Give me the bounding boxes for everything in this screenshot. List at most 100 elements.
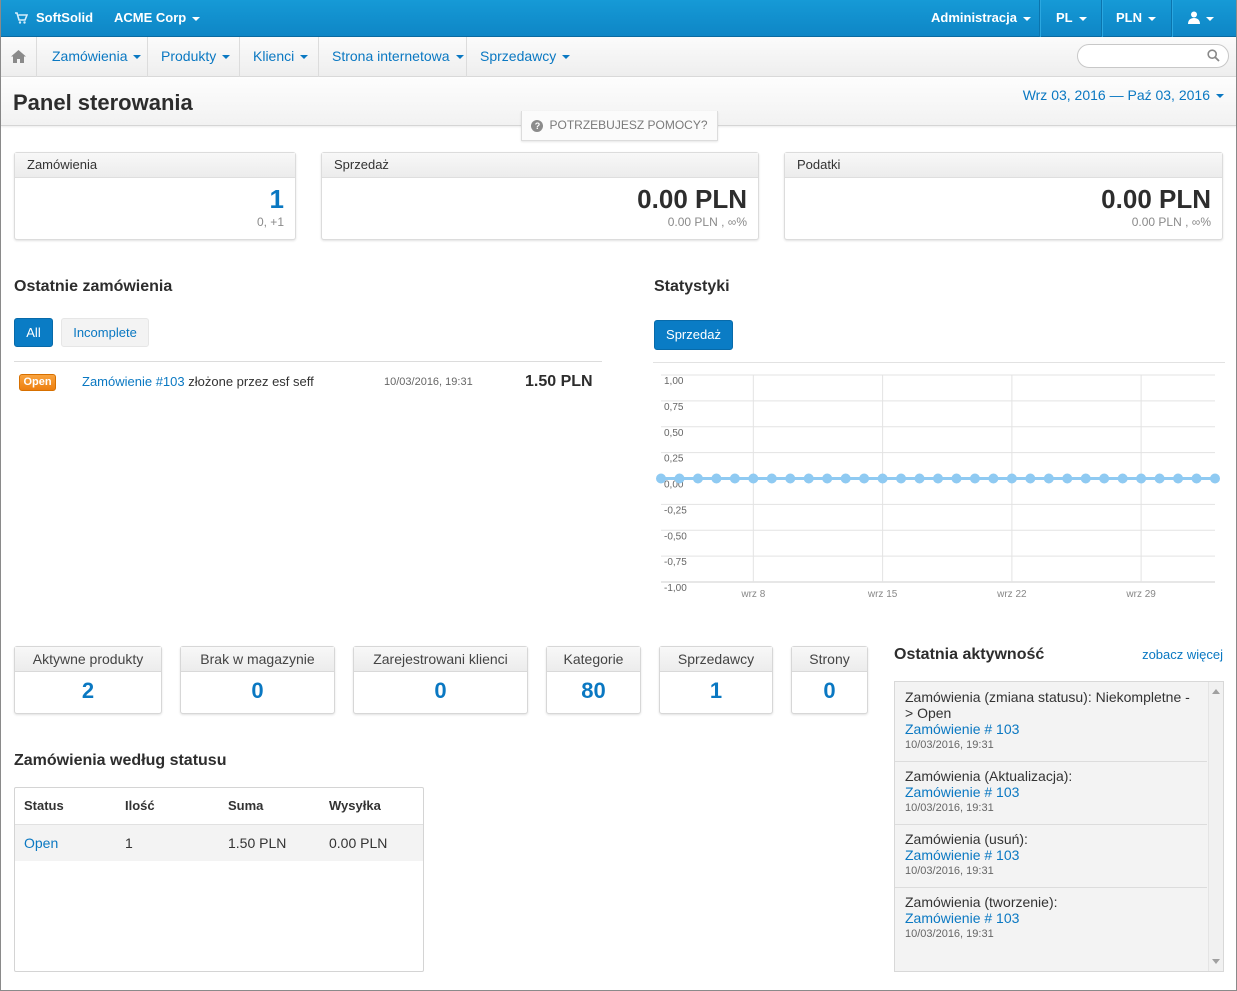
nav-item-vendors[interactable]: Sprzedawcy — [480, 37, 571, 77]
summary-sub: 0, +1 — [256, 215, 284, 229]
data-point — [1136, 473, 1147, 484]
tile-vendors: Sprzedawcy 1 — [659, 646, 773, 714]
tile-label: Sprzedawcy — [660, 647, 772, 672]
date-range-label: Wrz 03, 2016 — Paź 03, 2016 — [1022, 87, 1210, 103]
data-point — [840, 473, 851, 484]
status-link[interactable]: Open — [24, 835, 58, 851]
activity-feed[interactable]: Zamówienia (zmiana statusu): Niekompletn… — [894, 681, 1224, 972]
summary-sales: Sprzedaż 0.00 PLN 0.00 PLN , ∞% — [321, 152, 759, 240]
activity-text: Zamówienia (Aktualizacja): — [905, 768, 1073, 784]
scrollbar[interactable] — [1208, 682, 1223, 971]
divider — [239, 37, 240, 77]
chevron-down-icon — [192, 16, 201, 21]
list-item: Zamówienia (tworzenie): Zamówienie # 103… — [895, 888, 1207, 951]
activity-date: 10/03/2016, 19:31 — [905, 928, 994, 940]
home-icon[interactable] — [11, 50, 26, 66]
order-link[interactable]: Zamówienie #103 — [82, 374, 185, 389]
table-cell: 1.50 PLN — [228, 835, 287, 851]
chevron-down-icon — [562, 55, 571, 60]
tab-incomplete[interactable]: Incomplete — [61, 318, 149, 347]
summary-sub: 0.00 PLN , ∞% — [1131, 215, 1211, 229]
y-tick-label: -1,00 — [664, 583, 687, 594]
x-tick-label: wrz 29 — [1125, 589, 1156, 600]
y-tick-label: -0,25 — [664, 505, 687, 516]
chevron-down-icon — [1206, 16, 1214, 21]
tile-value[interactable]: 0 — [354, 678, 527, 704]
divider — [318, 37, 319, 77]
data-point — [674, 473, 685, 484]
company-selector[interactable]: ACME Corp — [114, 0, 201, 37]
page-title: Panel sterowania — [13, 90, 193, 115]
list-item: Zamówienia (usuń): Zamówienie # 103 10/0… — [895, 825, 1207, 888]
see-more-link[interactable]: zobacz więcej — [1142, 647, 1223, 662]
summary-label: Zamówienia — [15, 153, 295, 178]
nav-item-website[interactable]: Strona internetowa — [332, 37, 464, 77]
search-icon[interactable] — [1207, 49, 1220, 65]
chevron-down-icon — [133, 55, 142, 60]
tile-value[interactable]: 0 — [792, 678, 867, 704]
cart-icon — [14, 11, 29, 28]
sales-chart-button[interactable]: Sprzedaż — [654, 320, 733, 350]
activity-link[interactable]: Zamówienie # 103 — [905, 847, 1019, 863]
brand-logo[interactable]: SoftSolid — [36, 0, 93, 37]
nav-item-label: Strona internetowa — [332, 48, 450, 64]
summary-sub: 0.00 PLN , ∞% — [667, 215, 747, 229]
data-point — [1210, 473, 1220, 484]
activity-link[interactable]: Zamówienie # 103 — [905, 784, 1019, 800]
scroll-down-icon[interactable] — [1212, 959, 1220, 964]
question-icon: ? — [531, 120, 544, 132]
tile-value[interactable]: 2 — [15, 678, 161, 704]
summary-value: 0.00 PLN — [637, 184, 747, 214]
currency-selector[interactable]: PLN — [1116, 0, 1156, 37]
y-tick-label: -0,75 — [664, 557, 687, 568]
data-point — [988, 473, 999, 484]
date-range-picker[interactable]: Wrz 03, 2016 — Paź 03, 2016 — [1023, 87, 1224, 103]
orders-by-status-table: Status Ilość Suma Wysyłka Open 1 1.50 PL… — [14, 787, 424, 972]
tile-value[interactable]: 1 — [660, 678, 772, 704]
divider — [466, 37, 467, 77]
y-tick-label: 0,50 — [664, 428, 684, 439]
x-tick-label: wrz 8 — [740, 589, 765, 600]
data-point — [656, 473, 666, 484]
tile-value[interactable]: 80 — [547, 678, 640, 704]
nav-item-products[interactable]: Produkty — [161, 37, 231, 77]
divider — [1039, 0, 1040, 37]
data-point — [692, 473, 703, 484]
list-item: Zamówienia (Aktualizacja): Zamówienie # … — [895, 762, 1207, 825]
summary-value[interactable]: 1 — [270, 184, 284, 215]
data-point — [803, 473, 814, 484]
scroll-up-icon[interactable] — [1212, 689, 1220, 694]
data-point — [1080, 473, 1091, 484]
column-header: Wysyłka — [329, 798, 381, 813]
column-header: Status — [24, 798, 64, 813]
activity-date: 10/03/2016, 19:31 — [905, 802, 994, 814]
tab-all[interactable]: All — [14, 318, 53, 347]
order-date: 10/03/2016, 19:31 — [384, 376, 473, 388]
admin-menu[interactable]: Administracja — [931, 0, 1031, 37]
data-point — [933, 473, 943, 484]
search-input[interactable] — [1077, 44, 1229, 68]
chevron-down-icon — [300, 55, 309, 60]
data-point — [969, 473, 980, 484]
recent-orders-title: Ostatnie zamówienia — [14, 278, 173, 295]
activity-link[interactable]: Zamówienie # 103 — [905, 910, 1019, 926]
tile-label: Zarejestrowani klienci — [354, 647, 527, 672]
tile-out-of-stock: Brak w magazynie 0 — [180, 646, 335, 714]
nav-item-customers[interactable]: Klienci — [253, 37, 309, 77]
help-button[interactable]: ? POTRZEBUJESZ POMOCY? — [521, 111, 718, 141]
nav-item-orders[interactable]: Zamówienia — [52, 37, 142, 77]
statistics-title: Statystyki — [654, 278, 730, 295]
activity-link[interactable]: Zamówienie # 103 — [905, 721, 1019, 737]
currency-label: PLN — [1116, 10, 1142, 25]
data-point — [914, 473, 925, 484]
summary-label: Sprzedaż — [322, 153, 758, 178]
chevron-down-icon — [455, 55, 464, 60]
language-selector[interactable]: PL — [1056, 0, 1087, 37]
help-label: POTRZEBUJESZ POMOCY? — [549, 118, 708, 132]
activity-text: Zamówienia (tworzenie): — [905, 894, 1058, 910]
user-menu[interactable] — [1188, 0, 1214, 37]
table-cell: 1 — [125, 835, 133, 851]
admin-menu-label: Administracja — [931, 10, 1017, 25]
y-tick-label: 0,75 — [664, 402, 684, 413]
tile-value[interactable]: 0 — [181, 678, 334, 704]
